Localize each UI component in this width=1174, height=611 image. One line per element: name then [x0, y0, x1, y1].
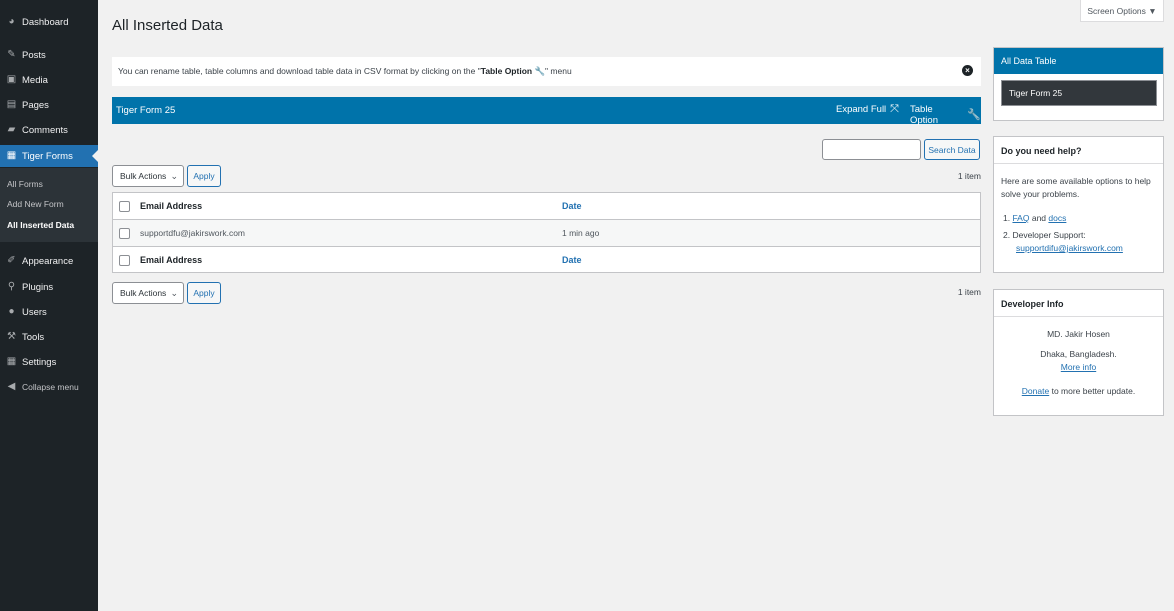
- column-footer-date[interactable]: Date: [562, 255, 582, 265]
- row-checkbox[interactable]: [119, 228, 130, 239]
- form-name: Tiger Form 25: [116, 105, 176, 116]
- help-panel: Do you need help? Here are some availabl…: [993, 136, 1164, 273]
- sidebar-item-label: Media: [22, 74, 48, 86]
- wrench-icon: 🔧: [967, 108, 981, 121]
- table-header-row: Email Address Date: [113, 193, 980, 220]
- data-table: Email Address Date supportdfu@jakirswork…: [112, 192, 981, 273]
- brush-icon: ✐: [7, 255, 16, 266]
- search-data-button[interactable]: Search Data: [924, 139, 980, 160]
- sidebar-item-users[interactable]: ● Users: [0, 301, 98, 323]
- column-header-date[interactable]: Date: [562, 201, 582, 211]
- comment-icon: ▰: [7, 124, 16, 135]
- submenu-all-forms[interactable]: All Forms: [7, 179, 43, 189]
- dashboard-icon: ◕: [8, 16, 15, 27]
- screen-options-button[interactable]: Screen Options ▼: [1080, 0, 1164, 22]
- sidebar-item-tools[interactable]: ⚒ Tools: [0, 326, 98, 348]
- settings-icon: ▦: [6, 356, 17, 367]
- sidebar-item-label: Pages: [22, 99, 49, 111]
- sidebar-item-label: Comments: [22, 124, 68, 136]
- bulk-actions-select[interactable]: Bulk Actions ⌄: [112, 165, 184, 187]
- sidebar-item-label: Users: [22, 306, 47, 318]
- form-list-item[interactable]: Tiger Form 25: [1001, 80, 1157, 106]
- help-list-item: 1. FAQ and docs: [1003, 213, 1067, 223]
- item-count: 1 item: [957, 171, 981, 181]
- cell-email: supportdfu@jakirswork.com: [140, 228, 245, 238]
- donate-link[interactable]: Donate: [1022, 386, 1049, 396]
- collapse-icon: ◀: [7, 381, 16, 392]
- docs-link[interactable]: docs: [1048, 213, 1066, 223]
- apply-button[interactable]: Apply: [187, 282, 221, 304]
- donate-line: Donate to more better update.: [1021, 386, 1136, 396]
- table-row: supportdfu@jakirswork.com 1 min ago: [113, 220, 980, 247]
- developer-location: Dhaka, Bangladesh.: [1040, 349, 1117, 359]
- close-icon[interactable]: ×: [962, 65, 973, 76]
- table-option-button[interactable]: Table Option 🔧: [910, 104, 981, 126]
- panel-title: Do you need help?: [1001, 146, 1082, 156]
- panel-title: Developer Info: [1001, 299, 1064, 309]
- divider: [994, 316, 1163, 317]
- sidebar-item-posts[interactable]: ✎ Posts: [0, 44, 98, 66]
- submenu-all-inserted-data[interactable]: All Inserted Data: [7, 220, 74, 230]
- column-header-email[interactable]: Email Address: [140, 201, 202, 211]
- apply-button[interactable]: Apply: [187, 165, 221, 187]
- sidebar-item-label: Collapse menu: [22, 382, 79, 392]
- column-footer-email[interactable]: Email Address: [140, 255, 202, 265]
- developer-info-panel: Developer Info MD. Jakir Hosen Dhaka, Ba…: [993, 289, 1164, 416]
- sidebar-item-label: Posts: [22, 49, 46, 61]
- sidebar-item-appearance[interactable]: ✐ Appearance: [0, 250, 98, 272]
- tiger-forms-submenu: All Forms Add New Form All Inserted Data: [0, 168, 98, 242]
- help-list-item: supportdifu@jakirswork.com: [1016, 242, 1123, 255]
- faq-link[interactable]: FAQ: [1012, 213, 1029, 223]
- form-title-bar: Tiger Form 25 Expand Full ⤧ Table Option…: [112, 97, 981, 126]
- sidebar-item-settings[interactable]: ▦ Settings: [0, 351, 98, 373]
- sidebar-item-tiger-forms[interactable]: ▦ Tiger Forms: [0, 145, 98, 167]
- developer-name: MD. Jakir Hosen: [1047, 329, 1110, 339]
- page-title: All Inserted Data: [112, 17, 223, 34]
- more-info-link[interactable]: More info: [1061, 362, 1096, 372]
- table-footer-row: Email Address Date: [113, 246, 980, 273]
- expand-icon: ⤧: [890, 103, 899, 115]
- sidebar-item-label: Plugins: [22, 281, 54, 293]
- help-intro: Here are some available options to help …: [1001, 176, 1151, 199]
- select-all-checkbox[interactable]: [119, 255, 130, 266]
- all-data-table-panel: All Data Table Tiger Form 25: [993, 47, 1164, 121]
- bulk-actions-select[interactable]: Bulk Actions ⌄: [112, 282, 184, 304]
- more-info-wrap: More info: [994, 361, 1163, 374]
- sidebar-item-label: Dashboard: [22, 16, 69, 28]
- sidebar-item-collapse[interactable]: ◀ Collapse menu: [0, 376, 98, 398]
- sidebar-item-media[interactable]: ▣ Media: [0, 69, 98, 91]
- pin-icon: ✎: [7, 49, 16, 60]
- notice-text: You can rename table, table columns and …: [118, 66, 572, 76]
- submenu-add-new-form[interactable]: Add New Form: [7, 199, 64, 209]
- user-icon: ●: [8, 306, 15, 317]
- sidebar-item-plugins[interactable]: ⚲ Plugins: [0, 276, 98, 298]
- item-count: 1 item: [957, 287, 981, 297]
- chevron-down-icon: ⌄: [170, 171, 178, 181]
- expand-full-button[interactable]: Expand Full ⤧: [836, 103, 899, 116]
- wrench-icon: ⚒: [7, 331, 16, 342]
- admin-sidebar: ◕ Dashboard ✎ Posts ▣ Media ▤ Pages ▰ Co…: [0, 0, 98, 611]
- form-icon: ▦: [6, 150, 17, 161]
- sidebar-item-comments[interactable]: ▰ Comments: [0, 119, 98, 141]
- wrench-icon: 🔧: [534, 66, 546, 76]
- cell-date: 1 min ago: [562, 228, 600, 238]
- plugin-icon: ⚲: [7, 281, 16, 292]
- info-notice: You can rename table, table columns and …: [112, 57, 981, 86]
- pages-icon: ▤: [6, 99, 17, 110]
- chevron-down-icon: ⌄: [170, 288, 178, 298]
- sidebar-item-pages[interactable]: ▤ Pages: [0, 94, 98, 116]
- sidebar-item-label: Tools: [22, 331, 45, 343]
- search-input[interactable]: [822, 139, 921, 160]
- sidebar-item-label: Settings: [22, 356, 57, 368]
- sidebar-item-label: Tiger Forms: [22, 150, 73, 162]
- help-list-item: 2. Developer Support:: [1003, 230, 1086, 240]
- support-email-link[interactable]: supportdifu@jakirswork.com: [1016, 243, 1123, 253]
- select-all-checkbox[interactable]: [119, 201, 130, 212]
- media-icon: ▣: [6, 74, 17, 85]
- panel-title: All Data Table: [994, 48, 1163, 74]
- divider: [994, 163, 1163, 164]
- sidebar-item-label: Appearance: [22, 255, 74, 267]
- sidebar-item-dashboard[interactable]: ◕ Dashboard: [0, 11, 98, 33]
